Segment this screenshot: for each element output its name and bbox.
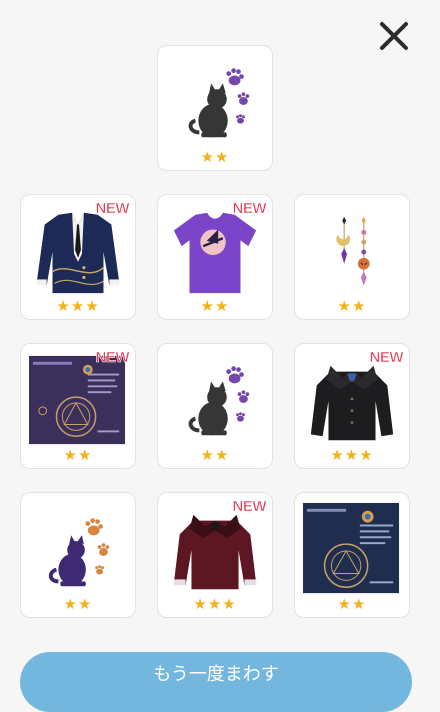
- cat-paws-icon: [188, 68, 250, 138]
- black-ruffle-blouse-icon: [310, 365, 394, 441]
- close-button[interactable]: [376, 18, 412, 54]
- spin-again-button[interactable]: もう一度まわす: [20, 652, 412, 712]
- reward-card[interactable]: ★★: [157, 343, 273, 469]
- purple-witch-tshirt-icon: [173, 212, 257, 294]
- reward-card[interactable]: ★★: [20, 492, 136, 618]
- rarity-stars: ★★: [337, 297, 367, 315]
- wine-ruffle-blouse-icon: [173, 514, 257, 590]
- magic-circle-poster-icon: [303, 502, 400, 594]
- rarity-stars: ★★★: [193, 595, 237, 613]
- reward-card[interactable]: NEW ★★★: [294, 343, 410, 469]
- rarity-stars: ★★: [200, 446, 230, 464]
- close-icon: [380, 22, 408, 50]
- new-badge: NEW: [232, 498, 267, 515]
- navy-jacket-icon: [36, 212, 120, 294]
- reward-card[interactable]: NEW ★★: [20, 343, 136, 469]
- rarity-stars: ★★: [200, 297, 230, 315]
- reward-card[interactable]: ★★: [294, 194, 410, 320]
- new-badge: NEW: [95, 200, 130, 217]
- reward-card[interactable]: ★★: [157, 45, 273, 171]
- rarity-stars: ★★★: [330, 446, 374, 464]
- moon-earrings-icon: [336, 216, 370, 286]
- reward-card[interactable]: ★★: [294, 492, 410, 618]
- reward-card[interactable]: NEW ★★★: [157, 492, 273, 618]
- rarity-stars: ★★: [63, 595, 93, 613]
- new-badge: NEW: [232, 200, 267, 217]
- reward-card[interactable]: NEW ★★★: [20, 194, 136, 320]
- purple-cat-paws-icon: [48, 518, 110, 587]
- rarity-stars: ★★: [200, 148, 230, 166]
- rarity-stars: ★★: [63, 446, 93, 464]
- reward-card[interactable]: NEW ★★: [157, 194, 273, 320]
- cat-paws-icon: [188, 366, 250, 436]
- rarity-stars: ★★: [337, 595, 367, 613]
- new-badge: NEW: [369, 349, 404, 366]
- magic-circle-poster-icon: [29, 355, 126, 445]
- new-badge: NEW: [95, 349, 130, 366]
- rarity-stars: ★★★: [56, 297, 100, 315]
